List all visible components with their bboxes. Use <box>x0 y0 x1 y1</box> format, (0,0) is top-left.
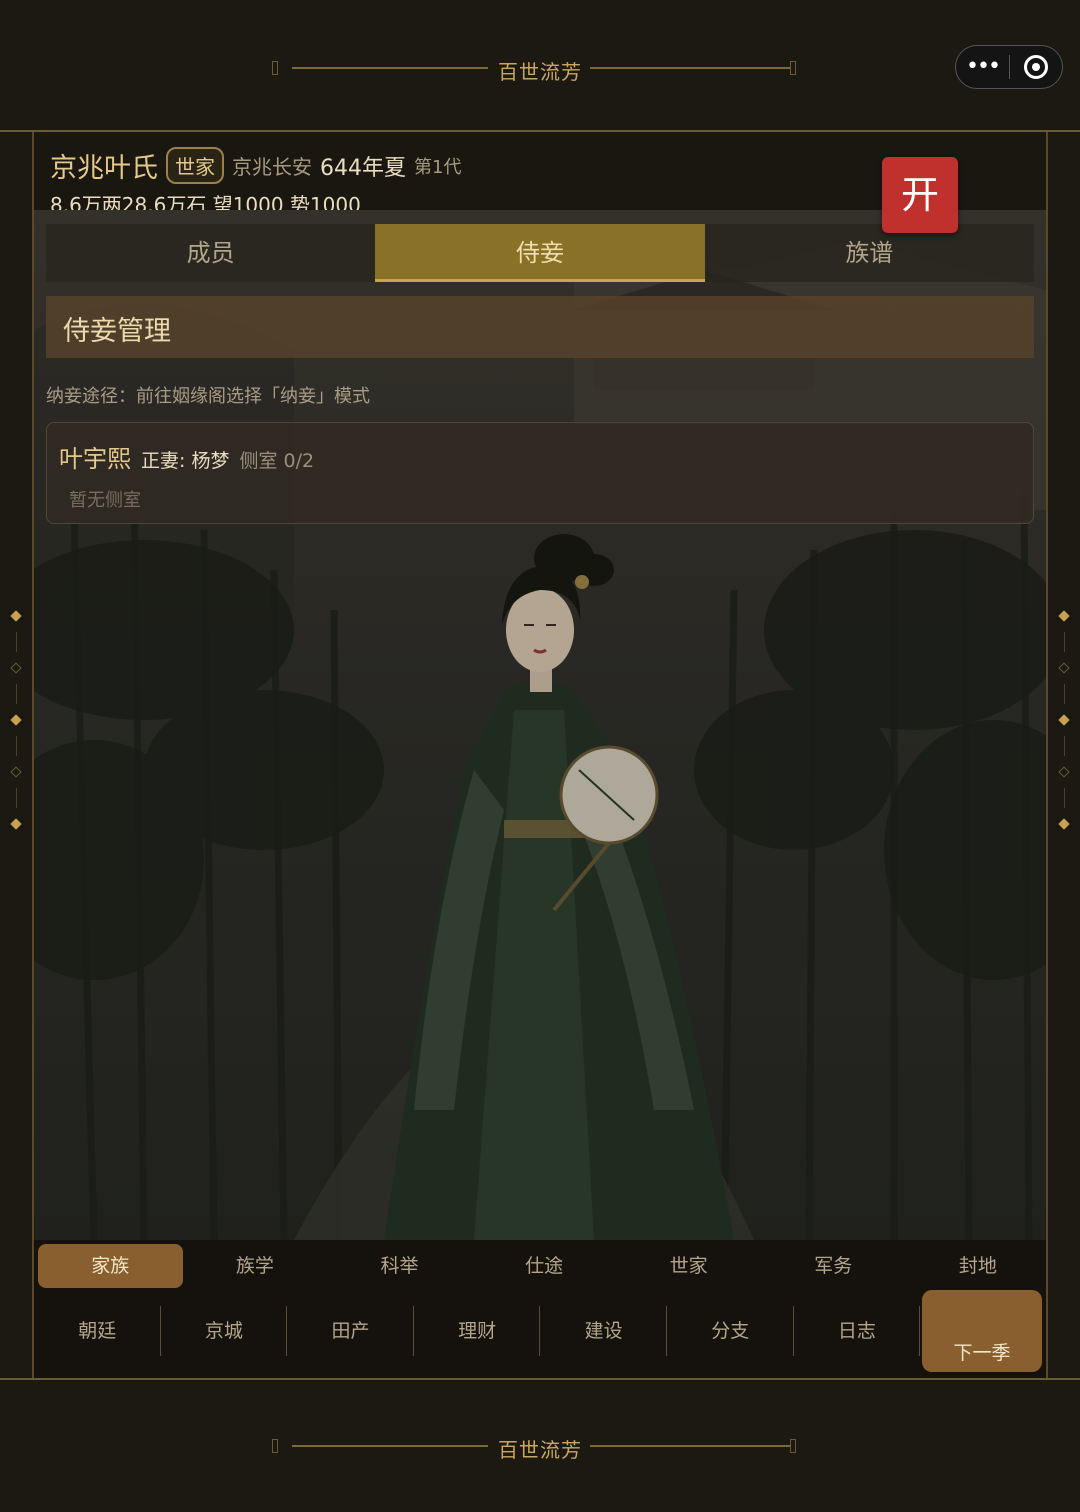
top-banner: 百世流芳 ••• <box>0 0 1080 132</box>
rank-badge: 世家 <box>166 147 224 184</box>
section-title: 侍妾管理 <box>63 316 171 347</box>
nav-row-primary: 家族 族学 科举 仕途 世家 军务 封地 <box>38 1244 1050 1288</box>
generation-text: 第1代 <box>414 156 462 178</box>
banner-line-right <box>590 67 790 69</box>
banner-line-right <box>590 1445 790 1447</box>
tab-genealogy[interactable]: 族谱 <box>704 224 1034 282</box>
banner-title: 百世流芳 <box>498 60 582 84</box>
left-ornament <box>10 610 22 830</box>
nav-estates[interactable]: 田产 <box>287 1306 414 1356</box>
nav-career[interactable]: 仕途 <box>472 1244 617 1288</box>
empty-side-text: 暂无侧室 <box>69 490 141 511</box>
location-text: 京兆长安 <box>232 155 312 179</box>
nav-branches[interactable]: 分支 <box>667 1306 794 1356</box>
nav-finance[interactable]: 理财 <box>414 1306 541 1356</box>
nav-clan-school[interactable]: 族学 <box>183 1244 328 1288</box>
nav-construction[interactable]: 建设 <box>540 1306 667 1356</box>
next-season-button[interactable]: 下一季 <box>922 1290 1042 1372</box>
background-scene-image <box>34 210 1046 1240</box>
banner-cap-right <box>790 61 796 75</box>
tab-members[interactable]: 成员 <box>46 224 376 282</box>
nav-court[interactable]: 朝廷 <box>34 1306 161 1356</box>
nav-family[interactable]: 家族 <box>38 1244 183 1288</box>
right-ornament <box>1058 610 1070 830</box>
wife-label: 正妻: 杨梦 <box>141 450 230 472</box>
banner-title: 百世流芳 <box>498 1438 582 1462</box>
more-dots-icon[interactable]: ••• <box>956 45 1009 89</box>
hint-text: 纳妾途径：前往姻缘阁选择「纳妾」模式 <box>46 386 370 407</box>
nav-fief[interactable]: 封地 <box>906 1244 1051 1288</box>
side-count: 侧室 0/2 <box>239 450 315 472</box>
nav-noble-families[interactable]: 世家 <box>616 1244 761 1288</box>
nav-capital[interactable]: 京城 <box>161 1306 288 1356</box>
nav-row-secondary: 朝廷 京城 田产 理财 建设 分支 日志 <box>34 1306 921 1356</box>
member-card[interactable]: 叶宇熙 正妻: 杨梦 侧室 0/2 暂无侧室 <box>46 422 1034 524</box>
banner-cap-right <box>790 1439 796 1453</box>
nav-exam[interactable]: 科举 <box>327 1244 472 1288</box>
clan-name: 京兆叶氏 <box>50 153 158 184</box>
section-header: 侍妾管理 <box>46 296 1034 358</box>
season-text: 644年夏 <box>320 155 406 181</box>
nav-military[interactable]: 军务 <box>761 1244 906 1288</box>
mini-program-capsule: ••• <box>955 45 1063 89</box>
member-name: 叶宇熙 <box>59 445 131 473</box>
close-target-icon[interactable] <box>1010 55 1062 79</box>
nav-log[interactable]: 日志 <box>794 1306 921 1356</box>
open-button[interactable]: 开 <box>882 157 958 233</box>
bottom-banner: 百世流芳 <box>0 1378 1080 1512</box>
bottom-nav: 家族 族学 科举 仕途 世家 军务 封地 朝廷 京城 田产 理财 建设 分支 日… <box>34 1240 1046 1378</box>
tab-concubines[interactable]: 侍妾 <box>375 224 705 282</box>
